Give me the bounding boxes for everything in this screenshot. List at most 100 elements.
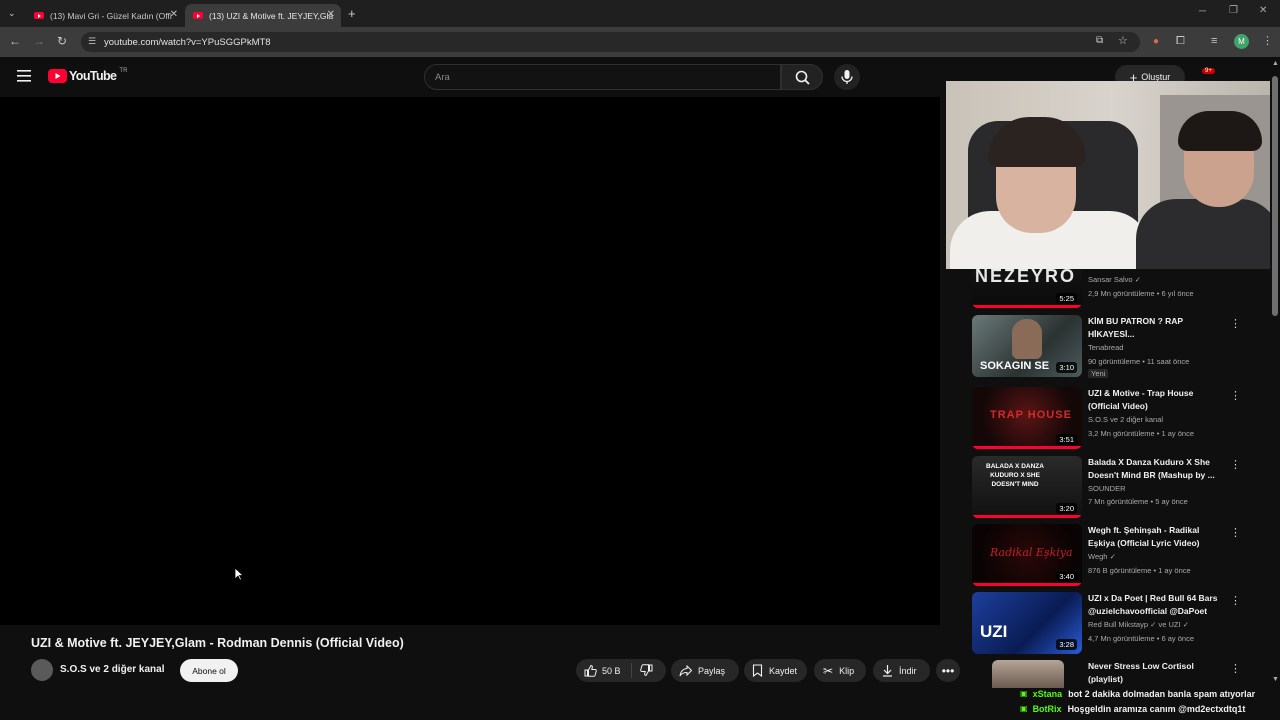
thumbs-down-icon <box>640 664 653 677</box>
browser-tab[interactable]: (13) Mavi Gri - Güzel Kadın (Offi ✕ <box>26 4 184 27</box>
video-thumbnail[interactable]: Radikal Eşkiya 3:40 <box>972 524 1082 586</box>
search-input[interactable]: Ara <box>424 64 781 90</box>
thumbs-up-icon <box>584 664 597 677</box>
recommendation-item[interactable]: Never Stress Low Cortisol (playlist) ⋮ <box>972 660 1252 688</box>
video-title[interactable]: UZI x Da Poet | Red Bull 64 Bars @uzielc… <box>1088 592 1223 618</box>
thumbnail-text: BALADA X DANZA KUDURO X SHE DOESN'T MIND <box>986 463 1044 488</box>
youtube-favicon-icon <box>193 12 203 19</box>
watch-progress-bar <box>972 305 1082 308</box>
channel-avatar[interactable] <box>31 659 53 681</box>
more-vert-icon[interactable]: ⋮ <box>1230 458 1241 471</box>
chat-message: ▣ xStana bot 2 dakika dolmadan banla spa… <box>1020 686 1280 701</box>
more-vert-icon[interactable]: ⋮ <box>1230 389 1241 402</box>
thumbnail-text: UZI <box>980 622 1008 641</box>
more-vert-icon[interactable]: ⋮ <box>1230 317 1241 330</box>
voice-search-button[interactable] <box>834 64 860 90</box>
new-tab-icon[interactable]: + <box>348 6 356 21</box>
video-title[interactable]: Balada X Danza Kuduro X She Doesn't Mind… <box>1088 456 1223 482</box>
search-button[interactable] <box>781 64 823 90</box>
video-title[interactable]: Never Stress Low Cortisol (playlist) <box>1088 660 1223 686</box>
video-title[interactable]: UZI & Motive - Trap House (Official Vide… <box>1088 387 1223 413</box>
download-button[interactable]: İndir <box>873 659 930 682</box>
scrollbar-up-icon[interactable]: ▲ <box>1272 60 1279 67</box>
recommendation-item[interactable]: BALADA X DANZA KUDURO X SHE DOESN'T MIND… <box>972 456 1252 518</box>
reload-icon[interactable]: ↻ <box>57 35 67 47</box>
recommendation-item[interactable]: UZI 3:28 UZI x Da Poet | Red Bull 64 Bar… <box>972 592 1252 654</box>
download-label: İndir <box>899 665 917 676</box>
profile-avatar[interactable]: M <box>1234 34 1249 49</box>
video-title[interactable]: Wegh ft. Şehinşah - Radikal Eşkiya (Offi… <box>1088 524 1223 550</box>
video-thumbnail[interactable]: BALADA X DANZA KUDURO X SHE DOESN'T MIND… <box>972 456 1082 518</box>
video-meta: 4,7 Mn görüntüleme • 6 ay önce <box>1088 634 1195 643</box>
video-duration: 5:25 <box>1056 293 1077 304</box>
like-button[interactable]: 50 B <box>576 663 632 678</box>
more-vert-icon[interactable]: ⋮ <box>1230 594 1241 607</box>
clip-button[interactable]: ✂ Klip <box>814 659 866 682</box>
tab-title: (13) UZI & Motive ft. JEYJEY,Gla <box>209 10 334 21</box>
youtube-logo-text: YouTube <box>69 69 117 83</box>
forward-icon[interactable]: → <box>33 35 45 47</box>
extensions-puzzle-icon[interactable]: ⧠ <box>1176 35 1185 47</box>
channel-name[interactable]: S.O.S ve 2 diğer kanal <box>60 664 165 675</box>
tab-search-icon[interactable]: ⌄ <box>8 8 16 19</box>
close-window-icon[interactable]: ✕ <box>1259 5 1267 16</box>
like-count: 50 B <box>602 665 621 676</box>
hamburger-menu-icon[interactable] <box>17 70 31 82</box>
thumbnail-text: TRAP HOUSE <box>990 409 1072 421</box>
video-thumbnail[interactable]: TRAP HOUSE 3:51 <box>972 387 1082 449</box>
scrollbar-thumb[interactable] <box>1272 76 1278 316</box>
site-info-icon[interactable]: ☰ <box>88 36 96 47</box>
search-placeholder: Ara <box>435 71 450 83</box>
webcam-overlay <box>946 81 1280 269</box>
install-app-icon[interactable]: ⧉ <box>1096 35 1103 46</box>
youtube-logo[interactable]: YouTube TR <box>48 68 127 83</box>
video-thumbnail[interactable]: SOKAGIN SE 3:10 <box>972 315 1082 377</box>
more-vert-icon[interactable]: ⋮ <box>1230 662 1241 675</box>
more-vert-icon[interactable]: ⋮ <box>1230 526 1241 539</box>
scrollbar-down-icon[interactable]: ▼ <box>1272 676 1279 683</box>
extension-icon[interactable]: ● <box>1153 36 1159 48</box>
back-icon[interactable]: ← <box>9 35 21 47</box>
bookmark-icon <box>752 664 763 677</box>
channel-name: SOUNDER <box>1088 484 1126 493</box>
close-tab-icon[interactable]: ✕ <box>170 9 178 20</box>
media-control-icon[interactable]: ≡ <box>1211 35 1217 47</box>
maximize-window-icon[interactable]: ❐ <box>1229 5 1238 16</box>
more-actions-button[interactable]: ••• <box>936 659 960 682</box>
recommendation-item[interactable]: SOKAGIN SE 3:10 KİM BU PATRON ? RAP HİKA… <box>972 315 1252 379</box>
notification-badge[interactable]: 9+ <box>1202 68 1215 74</box>
browser-tab-active[interactable]: (13) UZI & Motive ft. JEYJEY,Gla ✕ <box>185 4 341 27</box>
minimize-window-icon[interactable]: ─ <box>1199 6 1206 17</box>
chat-text: Hoşgeldin aramıza canım @md2ectxdtq1t <box>1067 703 1246 714</box>
close-tab-icon[interactable]: ✕ <box>327 9 335 20</box>
video-thumbnail[interactable] <box>992 660 1064 688</box>
recommendation-item[interactable]: TRAP HOUSE 3:51 UZI & Motive - Trap Hous… <box>972 387 1252 449</box>
subscribe-button[interactable]: Abone ol <box>180 659 238 682</box>
video-thumbnail[interactable]: UZI 3:28 <box>972 592 1082 654</box>
scissors-icon: ✂ <box>823 663 834 678</box>
thumbnail-text: NEZEYRO <box>975 266 1077 286</box>
recommendation-item[interactable]: Radikal Eşkiya 3:40 Wegh ft. Şehinşah - … <box>972 524 1252 586</box>
new-badge: Yeni <box>1088 369 1109 378</box>
chrome-menu-icon[interactable]: ⋮ <box>1262 35 1273 47</box>
video-meta: 2,9 Mn görüntüleme • 6 yıl önce <box>1088 289 1194 298</box>
page-scrollbar[interactable]: ▲ ▼ <box>1270 60 1280 688</box>
channel-name: Sansar Salvo ✓ <box>1088 275 1141 284</box>
watch-progress-bar <box>972 515 1082 518</box>
address-bar[interactable]: ☰ youtube.com/watch?v=YPuSGGPkMT8 ⧉ ☆ <box>81 32 1140 52</box>
share-button[interactable]: Paylaş <box>671 659 739 682</box>
video-title[interactable]: KİM BU PATRON ? RAP HİKAYESİ... <box>1088 315 1223 341</box>
like-dislike-group: 50 B <box>576 659 666 682</box>
tab-title: (13) Mavi Gri - Güzel Kadın (Offi <box>50 10 172 21</box>
verified-icon: ✓ <box>1109 552 1116 561</box>
kick-icon: ▣ <box>1020 704 1028 713</box>
video-player[interactable] <box>0 97 940 625</box>
video-title: UZI & Motive ft. JEYJEY,Glam - Rodman De… <box>31 636 404 650</box>
search-icon <box>795 70 810 85</box>
dislike-button[interactable] <box>632 664 653 677</box>
video-duration: 3:28 <box>1056 639 1077 650</box>
save-button[interactable]: Kaydet <box>744 659 807 682</box>
bookmark-star-icon[interactable]: ☆ <box>1118 34 1128 47</box>
chat-message: ▣ BotRix Hoşgeldin aramıza canım @md2ect… <box>1020 701 1280 716</box>
thumbnail-text: Radikal Eşkiya <box>990 546 1073 559</box>
